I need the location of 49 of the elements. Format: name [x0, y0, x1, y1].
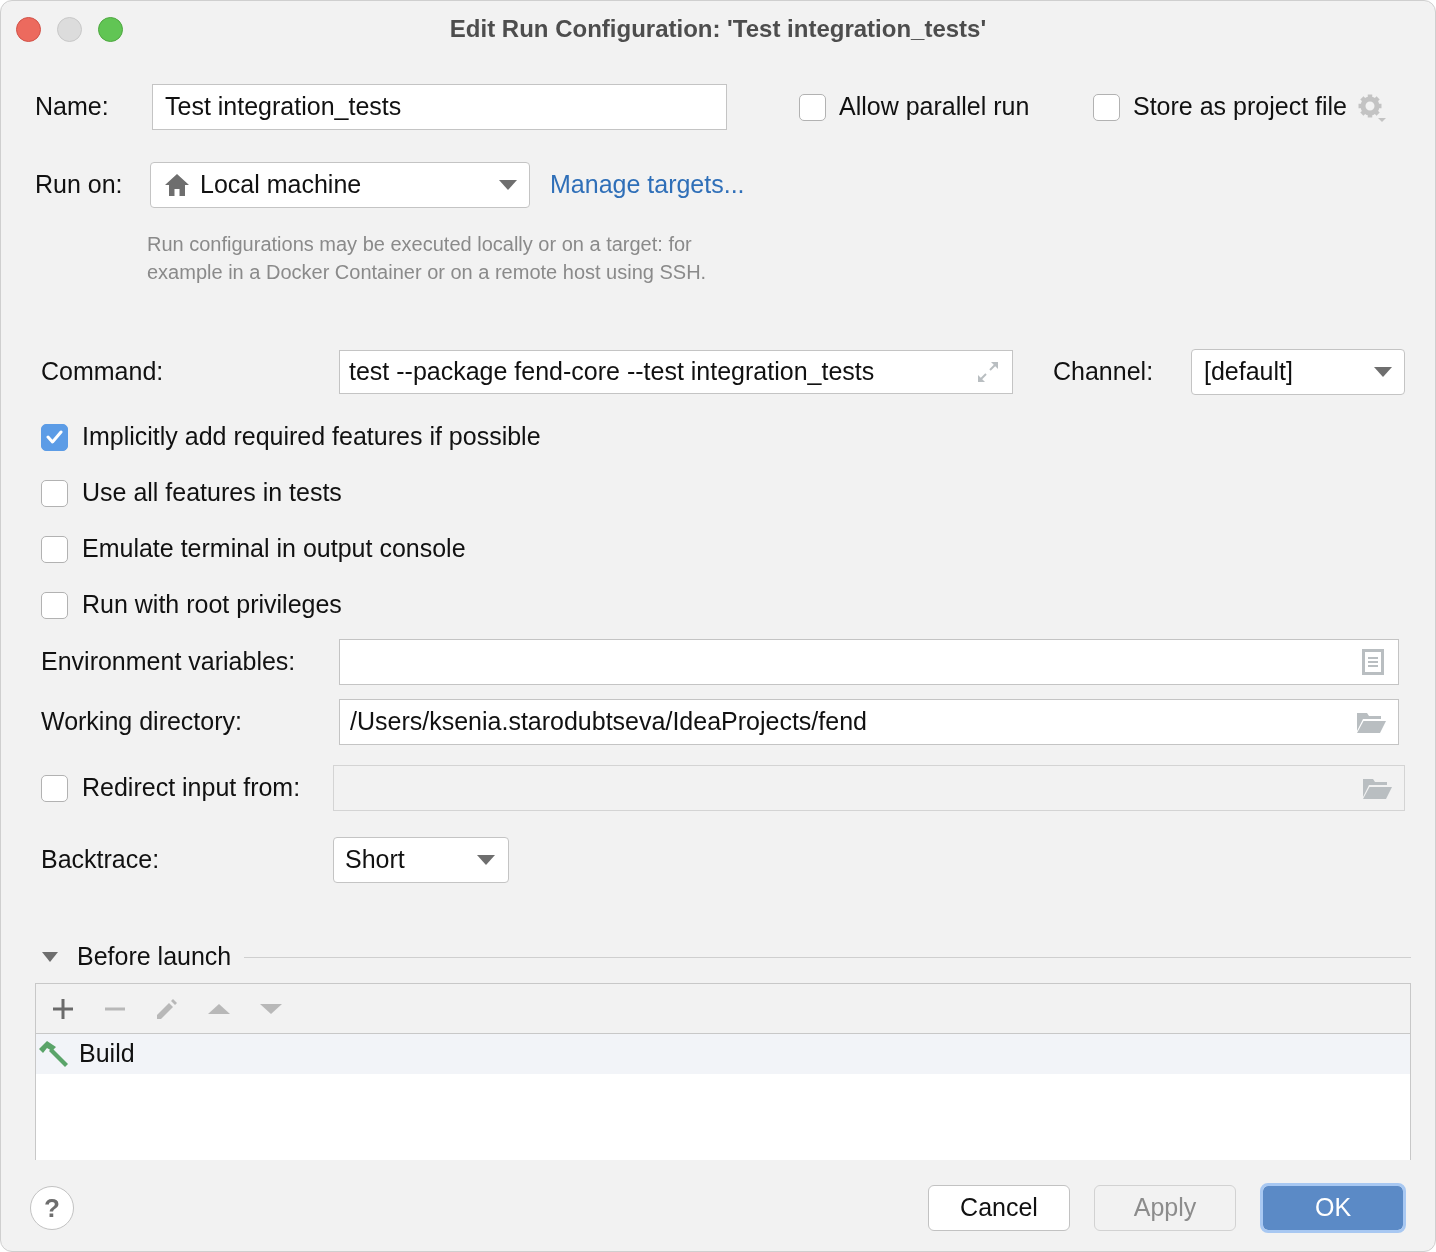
checkbox[interactable] [41, 591, 68, 619]
caret-icon [499, 180, 517, 190]
checkbox[interactable] [799, 93, 826, 121]
dialog-button[interactable]: Cancel [928, 1185, 1070, 1231]
manage-targets-link[interactable]: Manage targets... [550, 166, 745, 204]
home-icon [164, 173, 190, 197]
window-title: Edit Run Configuration: 'Test integration_tests' [449, 14, 987, 44]
field-label: Run on: [35, 169, 123, 201]
checkbox-label: Run with root privileges [82, 589, 342, 621]
caret-icon [477, 855, 495, 865]
zoom-icon[interactable] [98, 16, 123, 42]
field-label: Command: [41, 356, 164, 388]
expand-icon[interactable] [976, 360, 1000, 384]
dialog-button[interactable]: OK [1260, 1183, 1406, 1233]
hammer-icon [39, 1040, 69, 1068]
checkbox[interactable] [41, 423, 68, 451]
channel-dropdown[interactable]: [default] [1191, 349, 1405, 395]
working-directory-field[interactable]: /Users/ksenia.starodubtseva/IdeaProjects/fend [339, 699, 1399, 745]
backtrace-dropdown[interactable]: Short [333, 837, 509, 883]
folder-icon[interactable] [1356, 711, 1386, 733]
caret-icon [1374, 367, 1392, 377]
checkbox-label: Emulate terminal in output console [82, 533, 466, 565]
field-label: Backtrace: [41, 844, 160, 876]
plus-icon[interactable] [52, 997, 74, 1020]
command-field[interactable]: test --package fend-core --test integration_tests [339, 350, 1013, 394]
hint-text: Run configurations may be executed locally or on a target: for example in a Docker Container or on a remote host using SSH. [147, 232, 707, 285]
checkbox-label: Use all features in tests [82, 477, 342, 509]
document-icon[interactable] [1362, 649, 1384, 675]
field-label: Working directory: [41, 706, 242, 738]
field-label: Channel: [1053, 356, 1154, 388]
checkbox[interactable] [1093, 93, 1120, 121]
environment-variables-field[interactable] [339, 639, 1399, 685]
checkmark-icon [46, 430, 63, 444]
checkbox-label: Store as project file [1133, 91, 1347, 123]
checkbox[interactable] [41, 479, 68, 507]
section-title: Before launch [77, 941, 232, 973]
run-target-dropdown[interactable]: Local machine [150, 162, 530, 208]
help-button[interactable]: ? [30, 1186, 74, 1230]
disclosure-triangle-icon[interactable] [42, 952, 58, 962]
name-field[interactable]: Test integration_tests [152, 84, 727, 130]
checkbox-label: Allow parallel run [839, 91, 1030, 123]
close-icon[interactable] [16, 16, 41, 42]
field-label: Environment variables: [41, 646, 296, 678]
task-list-item[interactable]: Build [36, 1034, 1410, 1074]
checkbox[interactable] [41, 535, 68, 563]
checkbox-label: Redirect input from: [82, 772, 301, 804]
checkbox-label: Implicitly add required features if possible [82, 421, 541, 453]
field-label: Name: [35, 91, 109, 123]
gear-icon[interactable] [1357, 92, 1386, 122]
